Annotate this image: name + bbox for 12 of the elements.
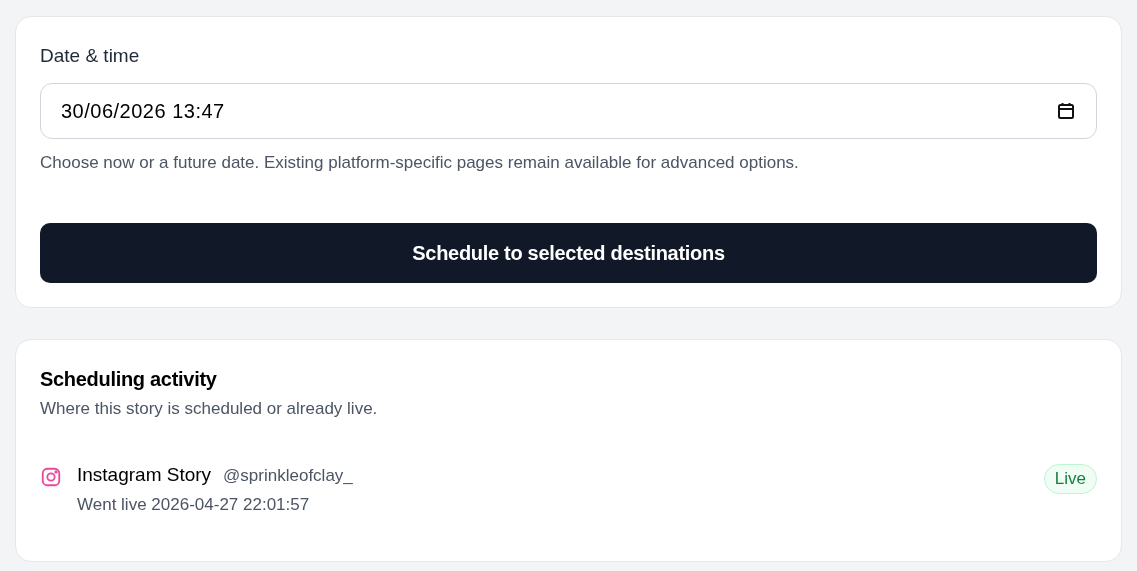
schedule-button[interactable]: Schedule to selected destinations bbox=[40, 223, 1097, 283]
section-title: Scheduling activity bbox=[40, 367, 218, 392]
section-subtitle: Where this story is scheduled or already live. bbox=[40, 398, 379, 420]
account-handle: @sprinkleofclay_ bbox=[223, 465, 353, 487]
status-badge: Live bbox=[1043, 464, 1097, 494]
destination-name: Instagram Story bbox=[77, 463, 212, 487]
help-text: Choose now or a future date. Existing platform-specific pages remain available for advanced options. bbox=[40, 152, 800, 174]
field-label: Date & time bbox=[40, 44, 141, 68]
activity-detail: Went live 2026-04-27 22:01:57 bbox=[77, 493, 311, 516]
calendar-icon[interactable] bbox=[1056, 101, 1076, 121]
instagram-icon bbox=[40, 466, 62, 488]
date-time-field[interactable]: 30/06/2026 13:47 bbox=[40, 83, 1097, 139]
